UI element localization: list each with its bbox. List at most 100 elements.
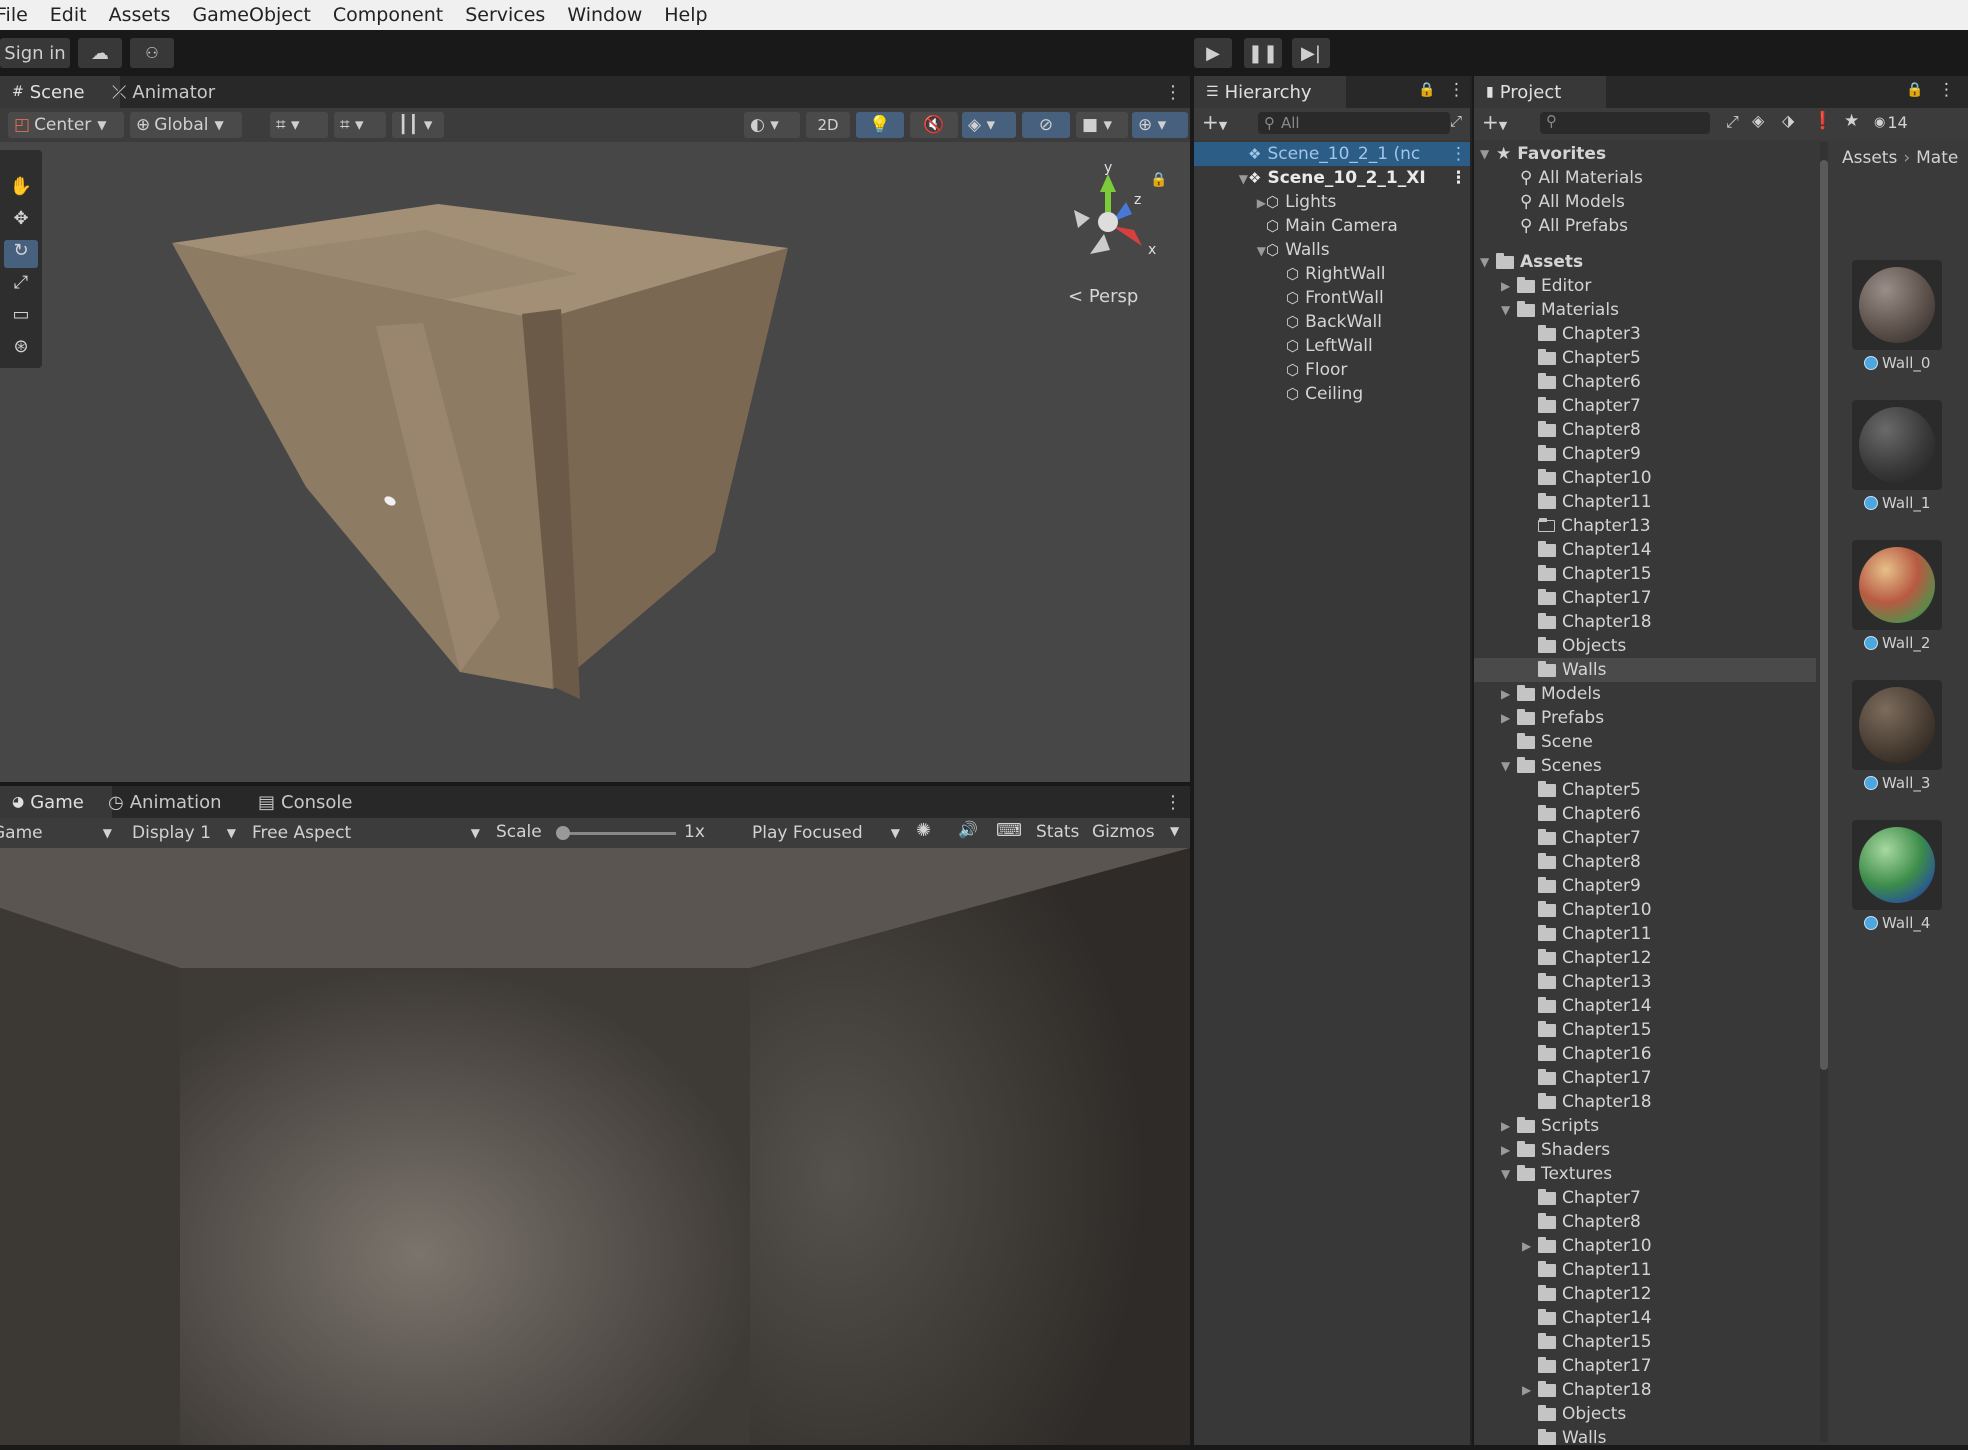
project-tree-item[interactable]: ▶ Editor (1474, 274, 1816, 298)
camera-button[interactable]: ■ ▾ (1076, 112, 1128, 138)
project-tree-item[interactable]: Scene (1474, 730, 1816, 754)
material-thumbnail[interactable] (1852, 260, 1942, 350)
favorite-item[interactable]: ⚲ All Prefabs (1520, 214, 1628, 238)
scene-menu-button[interactable]: ⋮ (1152, 76, 1194, 108)
project-tree-item[interactable]: Chapter12 (1474, 946, 1816, 970)
project-tree-item[interactable]: Chapter17 (1474, 586, 1816, 610)
more-icon[interactable]: ⋮ (1938, 80, 1955, 100)
search-scope-icon[interactable]: ⤢ (1726, 112, 1739, 132)
expand-arrow-icon[interactable]: ▼ (1250, 244, 1266, 258)
scale-slider-handle[interactable] (556, 826, 570, 840)
project-tree-item[interactable]: Chapter15 (1474, 562, 1816, 586)
collapse-arrow-icon[interactable]: ▶ (1501, 279, 1517, 293)
collapse-arrow-icon[interactable]: ▶ (1522, 1383, 1538, 1397)
hierarchy-item[interactable]: ⬡ Floor (1194, 358, 1472, 382)
tree-scrollbar-thumb[interactable] (1820, 160, 1828, 1070)
hierarchy-item[interactable]: ⬡ Ceiling (1194, 382, 1472, 406)
project-tree-item[interactable]: Chapter5 (1474, 346, 1816, 370)
more-icon[interactable]: ⋮ (1450, 168, 1467, 188)
project-tree-item[interactable]: ▼ Textures (1474, 1162, 1816, 1186)
label-filter-icon[interactable]: ⬗ (1782, 111, 1794, 130)
material-label[interactable]: Wall_1 (1864, 494, 1930, 512)
stats-button[interactable]: Stats (1036, 822, 1079, 842)
rect-tool[interactable]: ▭ (4, 304, 38, 332)
project-tree-item[interactable]: Chapter6 (1474, 370, 1816, 394)
material-thumbnail[interactable] (1852, 540, 1942, 630)
game-view[interactable] (0, 848, 1190, 1445)
gizmos-scene-button[interactable]: ⊕ ▾ (1132, 112, 1188, 138)
toggle-2d-button[interactable]: 2D (806, 112, 850, 138)
project-tree-item[interactable]: Walls (1474, 658, 1816, 682)
persp-label[interactable]: < Persp (1068, 286, 1138, 307)
material-label[interactable]: Wall_4 (1864, 914, 1930, 932)
project-tree-item[interactable]: ▼ Materials (1474, 298, 1816, 322)
project-tree-item[interactable]: Chapter11 (1474, 1258, 1816, 1282)
menu-services[interactable]: Services (465, 4, 545, 26)
hierarchy-item[interactable]: ❖ Scene_10_2_1 (nc ⋮ (1194, 142, 1472, 166)
game-menu-button[interactable]: ⋮ (1152, 786, 1194, 818)
type-filter-icon[interactable]: ◈ (1752, 111, 1764, 130)
hierarchy-item[interactable]: ▼ ❖ Scene_10_2_1_XI ⋮ (1194, 166, 1472, 190)
scale-tool[interactable]: ⤢ (4, 272, 38, 300)
play-button[interactable]: ▶ (1194, 38, 1232, 68)
hierarchy-search[interactable]: ⚲ All (1258, 112, 1450, 134)
audio-button[interactable]: 🔇 (910, 112, 958, 138)
project-tree-item[interactable]: Chapter3 (1474, 322, 1816, 346)
tree-scrollbar[interactable] (1820, 142, 1828, 1442)
project-tree-item[interactable]: Chapter8 (1474, 850, 1816, 874)
project-tree-item[interactable]: ▶ Prefabs (1474, 706, 1816, 730)
log-filter-icon[interactable]: ❗ (1812, 111, 1833, 131)
project-tree-item[interactable]: Chapter7 (1474, 826, 1816, 850)
gizmos-button[interactable]: Gizmos (1092, 822, 1155, 842)
project-tree-item[interactable]: ▼ Assets (1474, 250, 1816, 274)
hand-tool[interactable]: ✋ (4, 176, 38, 204)
expand-arrow-icon[interactable]: ▼ (1480, 255, 1496, 269)
menu-window[interactable]: Window (567, 4, 642, 26)
project-tree-item[interactable]: Chapter14 (1474, 538, 1816, 562)
menu-help[interactable]: Help (664, 4, 707, 26)
favorites-header[interactable]: ▼ ★ Favorites (1474, 142, 1606, 166)
space-dropdown[interactable]: ⊕ Global ▼ (130, 112, 242, 138)
bug-icon[interactable]: ✺ (916, 820, 931, 841)
tab-animator[interactable]: ⤫ Animator (100, 76, 227, 108)
grid-snap-button[interactable]: ⌗ ▾ (270, 112, 328, 138)
project-tree-item[interactable]: ▶ Chapter18 (1474, 1378, 1816, 1402)
move-tool[interactable]: ✥ (4, 208, 38, 236)
collapse-arrow-icon[interactable]: ▶ (1501, 687, 1517, 701)
star-icon[interactable]: ★ (1844, 111, 1859, 131)
project-tree-item[interactable]: Chapter13 (1474, 514, 1816, 538)
step-button[interactable]: ▶| (1292, 38, 1330, 68)
hierarchy-item[interactable]: ⬡ LeftWall (1194, 334, 1472, 358)
project-tree-item[interactable]: Walls (1474, 1426, 1816, 1450)
collapse-arrow-icon[interactable]: ▶ (1501, 711, 1517, 725)
cloud-button[interactable]: ☁ (78, 38, 122, 68)
material-label[interactable]: Wall_3 (1864, 774, 1930, 792)
hierarchy-item[interactable]: ▶ ⬡ Lights (1194, 190, 1472, 214)
menu-component[interactable]: Component (333, 4, 443, 26)
project-tree-item[interactable]: Chapter10 (1474, 898, 1816, 922)
hidden-objects-button[interactable]: ⊘ (1022, 112, 1070, 138)
project-tree-item[interactable]: ▶ Scripts (1474, 1114, 1816, 1138)
more-icon[interactable]: ⋮ (1448, 80, 1465, 100)
material-thumbnail[interactable] (1852, 820, 1942, 910)
project-tree-item[interactable]: Chapter9 (1474, 874, 1816, 898)
collapse-arrow-icon[interactable]: ▶ (1522, 1239, 1538, 1253)
lock-icon[interactable]: 🔒 (1906, 82, 1923, 98)
pause-button[interactable]: ❚❚ (1244, 38, 1282, 68)
sign-in-button[interactable]: Sign in (0, 38, 70, 68)
add-button[interactable]: +▼ (1202, 110, 1227, 134)
hierarchy-item[interactable]: ⬡ Main Camera (1194, 214, 1472, 238)
favorite-item[interactable]: ⚲ All Models (1520, 190, 1625, 214)
hierarchy-item[interactable]: ▼ ⬡ Walls (1194, 238, 1472, 262)
material-thumbnail[interactable] (1852, 680, 1942, 770)
project-tree-item[interactable]: Chapter7 (1474, 394, 1816, 418)
expand-arrow-icon[interactable]: ▼ (1232, 172, 1248, 186)
material-label[interactable]: Wall_2 (1864, 634, 1930, 652)
collapse-arrow-icon[interactable]: ▶ (1501, 1119, 1517, 1133)
expand-arrow-icon[interactable]: ▼ (1501, 759, 1517, 773)
ruler-button[interactable]: ┃┃ ▾ (392, 112, 444, 138)
project-tree-item[interactable]: Chapter6 (1474, 802, 1816, 826)
lighting-button[interactable]: 💡 (856, 112, 904, 138)
effects-button[interactable]: ◈ ▾ (962, 112, 1016, 138)
audio-icon[interactable]: 🔊 (958, 820, 978, 839)
